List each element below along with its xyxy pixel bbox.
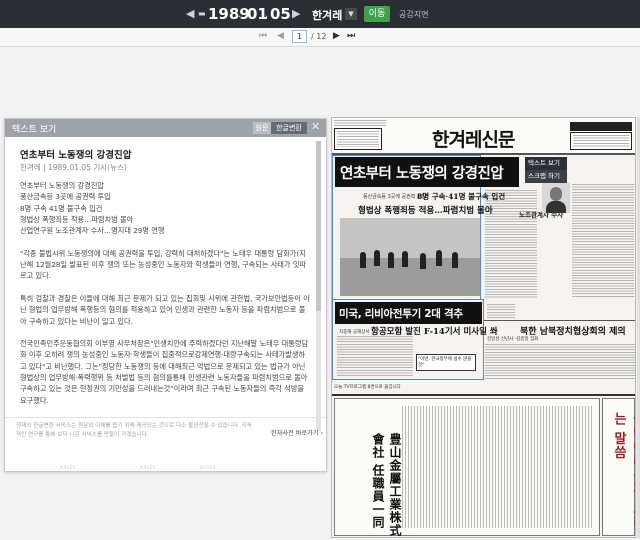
day-value[interactable]: 05 xyxy=(270,5,291,23)
calendar-icon[interactable]: ▬ xyxy=(198,9,206,18)
advertiser-name: 豊山金屬工業株式會社 任職員一同 xyxy=(371,433,402,537)
pager-bar: ⏮ ◀ 1 / 12 ▶ ⏭ xyxy=(0,28,640,47)
tab-original[interactable]: 원문 xyxy=(253,122,271,134)
next-arrow-icon[interactable]: ▶ xyxy=(292,7,300,20)
article-paragraph: 연초부터 노동쟁의 강경진압 풍산금속등 3곳에 공권력 투입 8명 구속 41… xyxy=(20,181,165,236)
share-link[interactable]: 공감지면 xyxy=(399,9,428,20)
ad-text-columns xyxy=(402,406,592,528)
scrap-button[interactable]: 스크랩 하기 xyxy=(525,170,567,183)
portrait-photo xyxy=(542,183,570,213)
masthead-right-bar xyxy=(570,122,632,131)
article-paragraph: "각종 불법시위 노동쟁의에 대해 공권력을 투입, 강력히 대처하겠다"는 노… xyxy=(20,248,307,281)
year-unit: . xyxy=(238,9,242,20)
page-total: / 12 xyxy=(311,32,327,41)
ad-divider xyxy=(332,394,635,396)
top-bar: ◀ ▬ 1989 . 01 . 05 ▶ 한겨레 ▼ 이동 공감지면 xyxy=(0,0,640,28)
news-photo xyxy=(340,218,480,296)
panel-footer: 현재의 한글변환 서비스는 원문의 이해를 돕기 위해 제공되는 것으로 다소 … xyxy=(5,417,326,471)
page-input[interactable]: 1 xyxy=(292,30,307,43)
tv-notice: 오늘 TV프로그램 8면으로 옮깁니다 xyxy=(334,385,401,390)
index-lines xyxy=(337,131,379,147)
subheadline: 형법상 폭행죄등 적용…파렴치범 몰아 xyxy=(358,206,493,216)
footer-note: 현재의 한글변환 서비스는 원문의 이해를 돕기 위해 제공되는 것으로 다소 … xyxy=(16,423,252,438)
background-label: NAVER xyxy=(140,465,157,470)
close-icon[interactable]: ✕ xyxy=(311,120,320,133)
dictionary-link[interactable]: 한자사전 바로가기 › xyxy=(271,428,323,437)
subheadline: 8명 구속·41명 불구속 입건 xyxy=(417,192,506,201)
background-label: NAVER xyxy=(200,465,217,470)
quote-box: "이번, 한국정부에 실수 않을것" xyxy=(416,354,476,371)
article-columns xyxy=(487,304,515,318)
newspaper-page[interactable]: 한겨레신문 연초부터 노동쟁의 강경진압 풍산금속등 3곳에 공권력 투입 8명… xyxy=(331,117,636,538)
year-value[interactable]: 1989 xyxy=(208,5,250,23)
next-page-icon[interactable]: ▶ xyxy=(333,31,340,41)
article-paragraph: 전국민족민주운동협의회 이부영 사무처장은"민생치안에 주력하겠다던 지난해말 … xyxy=(20,339,309,405)
article-columns xyxy=(485,344,635,380)
tab-converted[interactable]: 한글변환 xyxy=(271,122,307,134)
panel-scrollbar-thumb[interactable] xyxy=(316,141,321,311)
rule xyxy=(484,320,635,321)
panel-header: 텍스트 보기 원문 한글변환 ✕ xyxy=(5,119,326,137)
article-columns xyxy=(572,184,634,298)
text-view-panel: 텍스트 보기 원문 한글변환 ✕ 연초부터 노동쟁의 강경진압 한겨레 | 19… xyxy=(4,118,327,472)
headline-main: 연초부터 노동쟁의 강경진압 xyxy=(340,166,504,182)
subheadline: 김일성 신년사 ·김종일 집회 xyxy=(487,337,539,342)
panel-title: 텍스트 보기 xyxy=(12,125,57,135)
prev-arrow-icon[interactable]: ◀ xyxy=(186,7,194,20)
subheadline: 항공모함 발진 F-14기서 미사일 쏴 xyxy=(371,327,498,337)
first-page-icon[interactable]: ⏮ xyxy=(259,31,267,41)
last-page-icon[interactable]: ⏭ xyxy=(347,31,355,41)
masthead-strip xyxy=(334,120,386,126)
article-body: 연초부터 노동쟁의 강경진압 풍산금속등 3곳에 공권력 투입 8명 구속 41… xyxy=(20,180,310,433)
prev-page-icon[interactable]: ◀ xyxy=(277,31,284,41)
paper-select[interactable]: 한겨레 xyxy=(312,7,342,23)
article-meta: 한겨레 | 1989.01.05 기사(뉴스) xyxy=(20,163,127,172)
article-paragraph: 특히 검찰과 경찰은 이들에 대해 최근 문제가 되고 있는 집회및 시위에 관… xyxy=(20,293,310,326)
masthead-right-lines xyxy=(573,135,629,147)
ad-right-title: 국민여러분께 드리는 말씀 xyxy=(611,412,636,530)
article-tool-popup: 텍스트 보기 스크랩 하기 xyxy=(525,157,567,183)
subheadline: 지중해 공해상서 xyxy=(339,330,370,335)
headline-second: 미국, 리비아전투기 2대 격추 xyxy=(339,308,463,320)
article-title: 연초부터 노동쟁의 강경진압 xyxy=(20,150,132,161)
background-label: NAVER xyxy=(60,465,77,470)
view-text-button[interactable]: 텍스트 보기 xyxy=(525,157,567,170)
month-unit: . xyxy=(265,9,269,20)
go-button[interactable]: 이동 xyxy=(364,6,390,22)
chevron-down-icon[interactable]: ▼ xyxy=(345,8,357,20)
masthead-title: 한겨레신문 xyxy=(432,129,515,151)
